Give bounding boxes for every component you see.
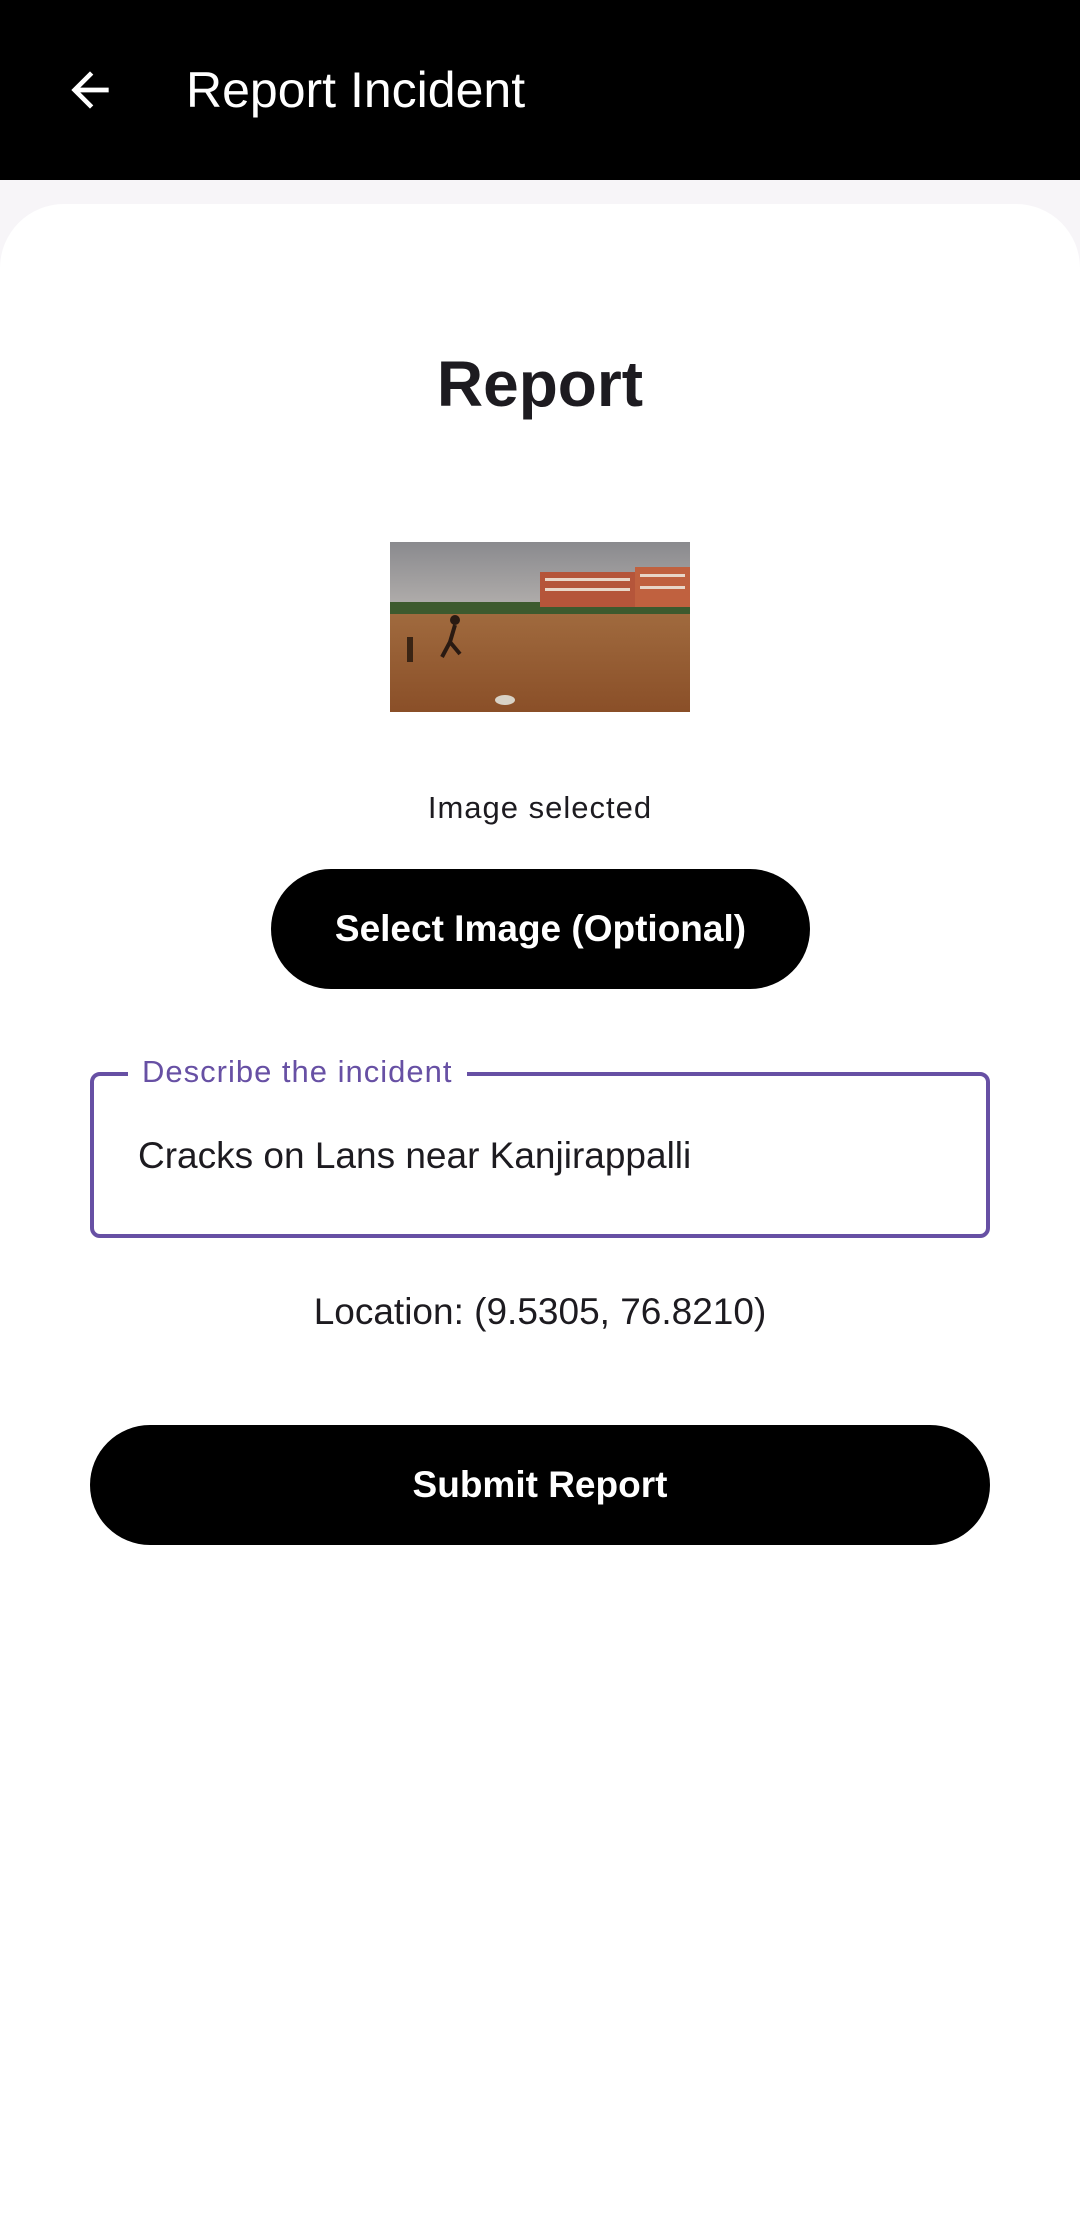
top-app-bar: Report Incident	[0, 0, 1080, 180]
report-card: Report Image selected Select Image (Opti…	[0, 204, 1080, 2214]
back-button[interactable]	[50, 50, 130, 130]
description-field-label: Describe the incident	[128, 1052, 467, 1092]
location-text: Location: (9.5305, 76.8210)	[313, 1291, 767, 1332]
description-input[interactable]: Cracks on Lans near Kanjirappalli	[138, 1132, 691, 1180]
description-field[interactable]: Describe the incident Cracks on Lans nea…	[90, 1052, 990, 1238]
selected-image-thumbnail	[390, 542, 690, 712]
page-title: Report	[436, 348, 644, 420]
app-bar-title: Report Incident	[186, 62, 526, 118]
arrow-left-icon	[71, 71, 109, 109]
image-status-text: Image selected	[427, 790, 653, 825]
submit-report-button[interactable]: Submit Report	[90, 1425, 990, 1545]
select-image-button[interactable]: Select Image (Optional)	[271, 869, 810, 989]
